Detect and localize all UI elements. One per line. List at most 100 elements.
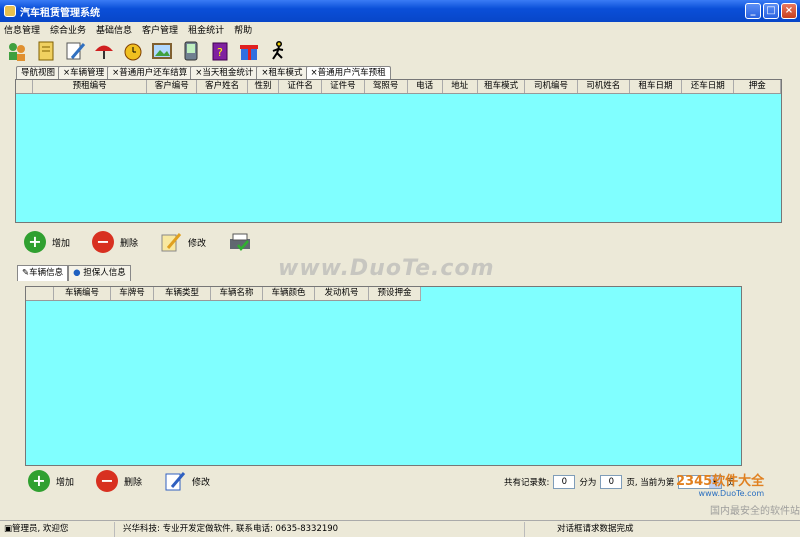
col-header[interactable]: 预设押金 xyxy=(369,287,421,300)
col-header[interactable]: 司机编号 xyxy=(525,80,578,93)
col-header[interactable]: 证件名 xyxy=(279,80,322,93)
plus-icon: + xyxy=(28,470,50,492)
delete-label: 删除 xyxy=(120,238,139,249)
minus-icon: − xyxy=(92,231,115,253)
delete-label: 删除 xyxy=(124,477,143,488)
edit-button[interactable]: 修改 xyxy=(164,470,210,492)
picture-icon[interactable] xyxy=(149,38,175,64)
col-header[interactable]: 车辆编号 xyxy=(54,287,111,300)
tab-nav-view[interactable]: 导航视图 xyxy=(16,66,61,80)
vehicle-grid-header: 车辆编号 车牌号 车辆类型 车辆名称 车辆颜色 发动机号 预设押金 xyxy=(26,287,421,301)
menu-bar: 信息管理 综合业务 基础信息 客户管理 租金统计 帮助 xyxy=(0,22,800,37)
col-header[interactable]: 车辆名称 xyxy=(211,287,263,300)
current-page-label: 页, 当前为第 xyxy=(626,478,675,488)
row-indicator-header xyxy=(16,80,34,93)
tab-daily-rent-stats[interactable]: ×当天租金统计 xyxy=(190,66,259,80)
menu-help[interactable]: 帮助 xyxy=(234,23,252,36)
toolbar: ? xyxy=(0,37,800,65)
printer-icon xyxy=(228,231,251,253)
col-header[interactable]: 性别 xyxy=(248,80,280,93)
tab-rent-mode[interactable]: ×租车模式 xyxy=(256,66,308,80)
menu-customer[interactable]: 客户管理 xyxy=(142,23,178,36)
site-logo: 2345软件大全 www.DuoTe.com 国内最安全的软件站 xyxy=(676,470,800,517)
status-bar: ▣管理员, 欢迎您 兴华科技: 专业开发定做软件, 联系电话: 0635-833… xyxy=(0,520,800,537)
tab-return-settle[interactable]: ×普通用户还车结算 xyxy=(107,66,193,80)
total-records-label: 共有记录数: xyxy=(504,478,550,488)
plus-icon: + xyxy=(24,231,46,253)
add-button[interactable]: + 增加 xyxy=(24,231,70,253)
col-header[interactable]: 地址 xyxy=(443,80,478,93)
umbrella-icon[interactable] xyxy=(91,38,117,64)
print-button[interactable] xyxy=(228,231,256,253)
subtab-guarantor-info-label: 担保人信息 xyxy=(83,268,126,278)
logo-slogan: 国内最安全的软件站 xyxy=(710,506,800,517)
minimize-button[interactable]: _ xyxy=(745,3,761,19)
add-button[interactable]: + 增加 xyxy=(28,470,74,492)
reservation-grid-header: 预租编号 客户编号 客户姓名 性别 证件名 证件号 驾照号 电话 地址 租车模式… xyxy=(16,80,781,94)
alarm-clock-icon[interactable] xyxy=(120,38,146,64)
people-icon[interactable] xyxy=(4,38,30,64)
tab-vehicle-mgmt[interactable]: ×车辆管理 xyxy=(58,66,110,80)
col-header[interactable]: 客户编号 xyxy=(147,80,198,93)
col-header[interactable]: 发动机号 xyxy=(315,287,369,300)
col-header[interactable]: 押金 xyxy=(734,80,781,93)
menu-rent-stats[interactable]: 租金统计 xyxy=(188,23,224,36)
sub-tab-row: ✎车辆信息 ● 担保人信息 xyxy=(17,265,131,281)
add-label: 增加 xyxy=(56,477,75,488)
row-indicator-header xyxy=(26,287,54,300)
pencil-icon xyxy=(164,470,186,492)
col-header[interactable]: 预租编号 xyxy=(33,80,148,93)
tab-car-reservation[interactable]: ×普通用户汽车预租 xyxy=(305,66,391,80)
status-user-text: 管理员, 欢迎您 xyxy=(12,523,69,534)
col-header[interactable]: 租车日期 xyxy=(630,80,683,93)
status-user: ▣管理员, 欢迎您 xyxy=(0,521,115,537)
maximize-button[interactable]: □ xyxy=(763,3,779,19)
edit-label: 修改 xyxy=(188,238,207,249)
subtab-guarantor-info[interactable]: ● 担保人信息 xyxy=(68,265,131,281)
pda-icon[interactable] xyxy=(178,38,204,64)
col-header[interactable]: 车辆类型 xyxy=(154,287,211,300)
user-icon: ▣ xyxy=(4,523,13,534)
subtab-vehicle-info-label: 车辆信息 xyxy=(29,268,64,278)
running-man-icon[interactable] xyxy=(265,38,291,64)
help-book-icon[interactable]: ? xyxy=(207,38,233,64)
pencil-icon xyxy=(160,231,182,253)
pages-label: 分为 xyxy=(579,478,597,488)
delete-button[interactable]: − 删除 xyxy=(92,231,138,253)
close-button[interactable]: × xyxy=(781,3,797,19)
status-message: 对话框请求数据完成 xyxy=(557,523,634,534)
status-company: 兴华科技: 专业开发定做软件, 联系电话: 0635-8332190 xyxy=(115,521,525,537)
delete-button[interactable]: − 删除 xyxy=(96,470,142,492)
col-header[interactable]: 电话 xyxy=(408,80,443,93)
notebook-icon[interactable] xyxy=(33,38,59,64)
total-records-field: 0 xyxy=(553,475,576,489)
gift-icon[interactable] xyxy=(236,38,262,64)
top-action-bar: + 增加 − 删除 修改 xyxy=(24,231,278,253)
col-header[interactable]: 车牌号 xyxy=(111,287,154,300)
logo-url: www.DuoTe.com xyxy=(698,489,765,498)
watermark: www.DuoTe.com xyxy=(278,256,495,281)
menu-basic-info[interactable]: 基础信息 xyxy=(96,23,132,36)
app-icon xyxy=(4,5,16,17)
col-header[interactable]: 客户姓名 xyxy=(197,80,248,93)
edit-doc-icon[interactable] xyxy=(62,38,88,64)
col-header[interactable]: 还车日期 xyxy=(682,80,735,93)
edit-label: 修改 xyxy=(192,477,211,488)
col-header[interactable]: 租车模式 xyxy=(478,80,526,93)
col-header[interactable]: 驾照号 xyxy=(365,80,408,93)
col-header[interactable]: 司机姓名 xyxy=(578,80,630,93)
minus-icon: − xyxy=(96,470,119,492)
menu-info[interactable]: 信息管理 xyxy=(4,23,40,36)
subtab-vehicle-info[interactable]: ✎车辆信息 xyxy=(17,265,69,281)
pages-field: 0 xyxy=(600,475,623,489)
reservation-grid[interactable]: 预租编号 客户编号 客户姓名 性别 证件名 证件号 驾照号 电话 地址 租车模式… xyxy=(15,79,782,223)
svg-text:?: ? xyxy=(217,46,223,59)
col-header[interactable]: 证件号 xyxy=(322,80,365,93)
title-bar: 汽车租赁管理系统 _ □ × xyxy=(0,0,800,22)
bottom-action-bar: + 增加 − 删除 修改 xyxy=(28,470,232,492)
edit-button[interactable]: 修改 xyxy=(160,231,206,253)
vehicle-grid[interactable]: 车辆编号 车牌号 车辆类型 车辆名称 车辆颜色 发动机号 预设押金 xyxy=(25,286,742,466)
guarantor-tab-icon: ● xyxy=(73,268,81,278)
col-header[interactable]: 车辆颜色 xyxy=(263,287,315,300)
menu-business[interactable]: 综合业务 xyxy=(50,23,86,36)
